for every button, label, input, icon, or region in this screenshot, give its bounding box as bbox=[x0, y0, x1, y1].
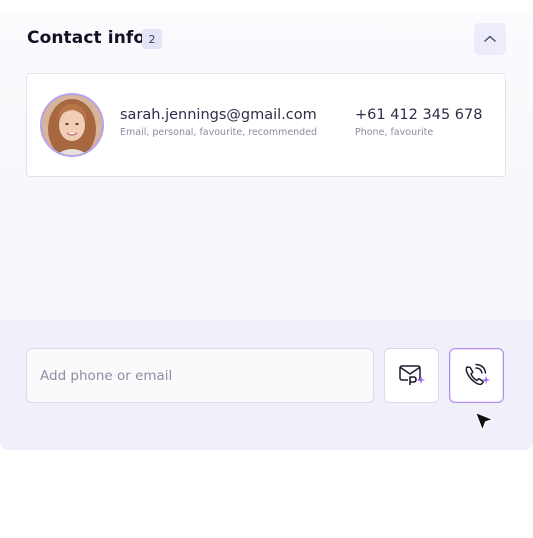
add-phone-button[interactable] bbox=[449, 348, 504, 403]
contact-card[interactable]: sarah.jennings@gmail.com Email, personal… bbox=[26, 73, 506, 177]
add-email-button[interactable] bbox=[384, 348, 439, 403]
mail-sparkle-icon bbox=[398, 364, 425, 386]
add-phone-email-input[interactable] bbox=[26, 348, 374, 403]
chevron-up-icon bbox=[484, 35, 496, 42]
mouse-pointer-icon bbox=[474, 411, 494, 432]
contact-email-tags: Email, personal, favourite, recommended bbox=[120, 127, 318, 138]
contact-phone-tags: Phone, favourite bbox=[355, 127, 434, 138]
collapse-button[interactable] bbox=[474, 23, 506, 55]
contact-phone[interactable]: +61 412 345 678 bbox=[355, 107, 482, 123]
avatar-portrait-icon bbox=[42, 95, 102, 155]
count-badge: 2 bbox=[142, 29, 162, 49]
phone-sparkle-icon bbox=[465, 363, 490, 385]
contact-email[interactable]: sarah.jennings@gmail.com bbox=[120, 107, 317, 123]
section-title: Contact info bbox=[27, 28, 146, 48]
avatar bbox=[40, 93, 104, 157]
